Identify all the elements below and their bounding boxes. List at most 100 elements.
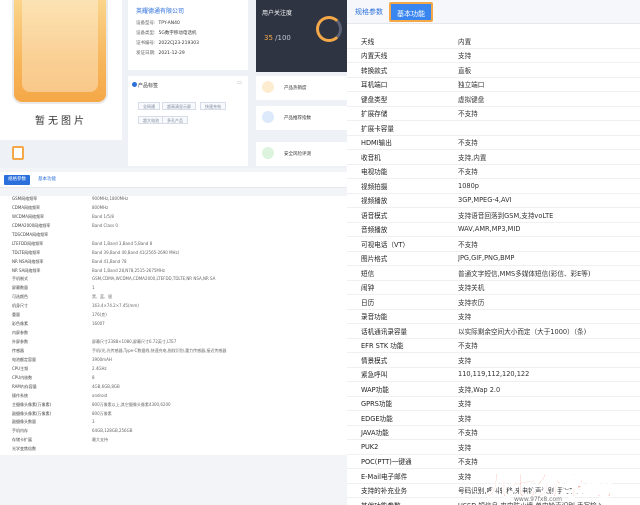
- tab-spec-params[interactable]: 规格参数: [349, 2, 389, 22]
- function-value: 支持,内置: [458, 153, 487, 162]
- tab-spec-params[interactable]: 规格参数: [4, 175, 30, 185]
- spec-value: 4GB,6GB,8GB: [92, 383, 120, 389]
- table-row: GPRS功能 支持: [347, 397, 640, 411]
- table-row: 耳机端口 独立端口: [347, 78, 640, 92]
- function-value: 支持: [458, 400, 472, 409]
- function-key: 键盘类型: [361, 95, 388, 104]
- table-row: 扩展卡容量: [347, 121, 640, 136]
- function-key: 视频播放: [361, 197, 388, 206]
- collapse-icon[interactable]: ▭: [237, 80, 242, 86]
- function-value: 支持: [458, 443, 472, 452]
- metric-hot-sale[interactable]: 产品热销度: [256, 76, 347, 100]
- function-value: 不支持: [458, 342, 478, 351]
- metric-security[interactable]: 安全风险评测: [256, 142, 347, 166]
- function-value: 普通文字短信,MMS多媒体短信(彩信、彩E等): [458, 269, 591, 278]
- table-row: TDLTE网络频率 Band 39,Band 40,Band 41(2565-26…: [0, 250, 347, 259]
- page: 暂无图片 英耀德通有限公司 设备型号: TPY-AN40 设备类型: 5G数字移动电…: [0, 0, 640, 505]
- table-row: 语音模式 支持语音回落到GSM,支持voLTE: [347, 208, 640, 223]
- table-row: 电池额定容量 3900mAH: [0, 357, 347, 366]
- function-value: 支持,Wap 2.0: [458, 385, 501, 394]
- table-row: 情景模式 支持: [347, 353, 640, 368]
- spec-value: Band 39,Band 40,Band 41(2565-2690 MHz): [92, 249, 180, 255]
- function-value: 不支持: [458, 240, 478, 249]
- spec-value: 800万像素: [92, 410, 112, 416]
- metric-recommend[interactable]: 产品推荐指数: [256, 106, 347, 130]
- spec-key: CPU主频: [12, 365, 29, 371]
- spec-key: 光学变焦倍数: [12, 446, 36, 452]
- function-value: 支持: [458, 313, 472, 322]
- fire-icon: [262, 81, 274, 93]
- tab-basic-functions[interactable]: 基本功能: [34, 175, 60, 185]
- tag-item[interactable]: 全网通: [138, 102, 160, 110]
- function-value: 支持: [458, 414, 472, 423]
- tags-title: 产品标签: [138, 83, 159, 89]
- spec-key: 机身尺寸: [12, 303, 28, 309]
- function-key: 可视电话（VT）: [361, 240, 410, 249]
- spec-value: Band 1,Band 28,N78,2515-2675MHz: [92, 267, 165, 273]
- function-value: 不支持: [458, 458, 478, 467]
- table-row: 图片格式 JPG,GIF,PNG,BMP: [347, 252, 640, 266]
- table-row: 彩色像素 16007: [0, 321, 347, 330]
- table-row: 内屏参数: [0, 330, 347, 339]
- table-row: 紧急呼叫 110,119,112,120,122: [347, 368, 640, 382]
- table-row: TDSCDMA网络频率: [0, 232, 347, 241]
- table-row: 键盘类型 虚拟键盘: [347, 92, 640, 107]
- spec-value: 黑、蓝、银: [92, 294, 112, 300]
- tag-item[interactable]: 多孔产品: [162, 116, 188, 124]
- shield-icon: [262, 147, 274, 159]
- info-row-model: 设备型号: TPY-AN40: [136, 21, 180, 26]
- table-row: 重量 176(克): [0, 312, 347, 321]
- spec-value: 1: [92, 285, 95, 291]
- table-row: 传感器 手机/光,光传感器,Type-C数据线,快速充电,指纹识别,重力传感器,接…: [0, 348, 347, 357]
- table-row: CPU内核数 8: [0, 375, 347, 384]
- tag-item[interactable]: 快速充电: [200, 102, 226, 110]
- function-key: EFR STK 功能: [361, 342, 404, 351]
- function-key: 转换款式: [361, 66, 388, 75]
- function-key: 话机通讯录容量: [361, 327, 408, 336]
- table-row: NR NSA网络频率 Band 41,Band 78: [0, 259, 347, 268]
- function-key: 录音功能: [361, 313, 388, 322]
- spec-key: LTEFDD网络频率: [12, 240, 44, 246]
- watermark-logo: 九七分享吧 www.97fx8.com: [485, 466, 640, 505]
- function-value: 支持农历: [458, 298, 485, 307]
- spec-value: 手机/光,光传感器,Type-C数据线,快速充电,指纹识别,重力传感器,接近传感…: [92, 347, 227, 353]
- spec-value: 163.4×74.2×7.45(mm): [92, 303, 139, 309]
- table-row: 视频拍摄 1080p: [347, 179, 640, 194]
- phone-thumbnail-icon[interactable]: [12, 146, 24, 160]
- phone-placeholder-image: [12, 0, 108, 104]
- spec-key: 可选颜色: [12, 294, 28, 300]
- table-row: 可选颜色 黑、蓝、银: [0, 294, 347, 303]
- table-row: 日历 支持农历: [347, 295, 640, 310]
- recommend-icon: [262, 111, 274, 123]
- info-row-type: 设备类型: 5G数字移动电话机: [136, 31, 197, 36]
- function-key: EDGE功能: [361, 414, 393, 423]
- spec-value: 2.4GHz: [92, 365, 107, 371]
- table-row: 光学变焦倍数: [0, 446, 347, 455]
- tab-basic-functions[interactable]: 基本功能: [389, 2, 433, 22]
- table-row: 录音功能 支持: [347, 310, 640, 324]
- function-value: 支持: [458, 356, 472, 365]
- table-row: 转换款式 直板: [347, 63, 640, 78]
- function-key: 视频拍摄: [361, 182, 388, 191]
- function-value: 支持: [458, 52, 472, 61]
- spec-key: CDMA网络频率: [12, 204, 41, 210]
- user-attention-card: 用户关注度 35 /100: [256, 0, 347, 72]
- function-key: PUK2: [361, 442, 379, 451]
- company-name[interactable]: 英耀德通有限公司: [136, 6, 184, 15]
- tag-item[interactable]: 超大电池: [138, 116, 164, 124]
- table-row: 机身尺寸 163.4×74.2×7.45(mm): [0, 303, 347, 312]
- spec-key: NR NSA网络频率: [12, 258, 44, 264]
- tag-item[interactable]: 超高清显示屏: [162, 102, 196, 110]
- function-value: 不支持: [458, 139, 478, 148]
- table-row: 外屏参数 屏幕尺寸2388×1080,屏幕尺寸6.72英寸,LTE7: [0, 339, 347, 348]
- score-title: 用户关注度: [262, 10, 293, 17]
- table-row: 扩展存储 不支持: [347, 107, 640, 121]
- function-value: 不支持: [458, 429, 478, 438]
- function-table: 天线 内置 内置天线 支持 转换款式 直板 耳机端口 独立端口 键盘类型 虚拟键盘 扩展存储 不支持扩…: [347, 34, 640, 505]
- table-row: GSM网络频率 900MHz,1800MHz: [0, 196, 347, 205]
- product-tags-card: 产品标签 ▭ 全网通 超高清显示屏 快速充电 超大电池 多孔产品: [128, 76, 248, 166]
- table-row: CPU主频 2.4GHz: [0, 366, 347, 375]
- spec-key: 手机内存: [12, 428, 28, 434]
- spec-value: GSM,CDMA,WCDMA,CDMA2000,LTEFDD,TDLTE,NR …: [92, 276, 216, 282]
- spec-key: 电池额定容量: [12, 356, 36, 362]
